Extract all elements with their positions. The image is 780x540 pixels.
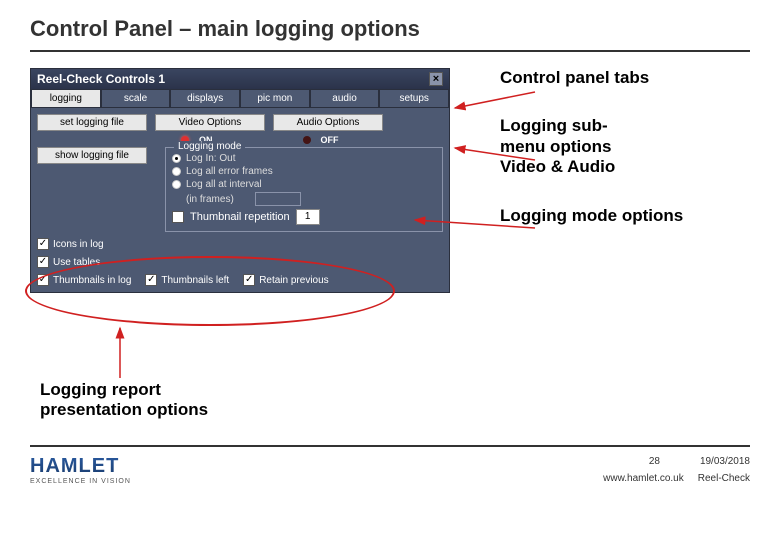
check-use-tables[interactable]: ✓ Use tables: [37, 256, 100, 268]
tab-logging[interactable]: logging: [31, 89, 101, 108]
show-logging-file-button[interactable]: show logging file: [37, 147, 147, 164]
window-title: Reel-Check Controls 1: [37, 72, 165, 86]
radio-label: Log all at interval: [186, 179, 262, 190]
tabs-row: logging scale displays pic mon audio set…: [31, 89, 449, 108]
checkbox-row-3: ✓ Thumbnails in log ✓ Thumbnails left ✓ Ret…: [31, 274, 449, 292]
text: Logging sub-: [500, 116, 608, 135]
tab-picmon[interactable]: pic mon: [240, 89, 310, 108]
thumb-rep-label: Thumbnail repetition: [190, 211, 290, 223]
close-icon[interactable]: ×: [429, 72, 443, 86]
checkbox-row-2: ✓ Use tables: [31, 256, 449, 274]
audio-options-button[interactable]: Audio Options: [273, 114, 383, 131]
check-label: Thumbnails in log: [53, 275, 131, 286]
logo-text: HAMLET: [30, 455, 131, 478]
logging-mode-legend: Logging mode: [174, 141, 245, 152]
check-label: Retain previous: [259, 275, 328, 286]
radio-icon: [172, 154, 181, 163]
check-icons-in-log[interactable]: ✓ Icons in log: [37, 238, 104, 250]
footer-product: Reel-Check: [698, 473, 750, 484]
annotation-logging-mode: Logging mode options: [500, 206, 683, 226]
footer-date: 19/03/2018: [700, 456, 750, 467]
hamlet-logo: HAMLET EXCELLENCE IN VISION: [30, 455, 131, 485]
checkbox-row-1: ✓ Icons in log: [31, 234, 449, 256]
text: Logging report: [40, 380, 161, 399]
check-label: Use tables: [53, 257, 100, 268]
annotations-column: Control panel tabs Logging sub- menu opt…: [500, 68, 683, 293]
thumb-rep-row: Thumbnail repetition 1: [172, 207, 436, 225]
footer: HAMLET EXCELLENCE IN VISION 28 19/03/201…: [30, 455, 750, 485]
text: Video & Audio: [500, 157, 615, 176]
checkbox-icon: ✓: [145, 274, 157, 286]
set-logging-file-button[interactable]: set logging file: [37, 114, 147, 131]
label-in-frames: (in frames): [172, 191, 436, 207]
window-titlebar: Reel-Check Controls 1 ×: [31, 69, 449, 89]
text: menu options: [500, 137, 611, 156]
checkbox-icon: ✓: [37, 256, 49, 268]
annotation-submenu: Logging sub- menu options Video & Audio: [500, 116, 683, 177]
logging-mode-group: Logging mode Log In: Out Log all error f…: [165, 147, 443, 232]
checkbox-icon: ✓: [37, 238, 49, 250]
slide-title: Control Panel – main logging options: [0, 0, 780, 50]
check-retain-previous[interactable]: ✓ Retain previous: [243, 274, 328, 286]
checkbox-icon: ✓: [37, 274, 49, 286]
tab-scale[interactable]: scale: [101, 89, 171, 108]
checkbox-icon: ✓: [243, 274, 255, 286]
page-number: 28: [649, 456, 660, 467]
radio-log-interval[interactable]: Log all at interval: [172, 178, 436, 191]
tab-setups[interactable]: setups: [379, 89, 449, 108]
label-off: OFF: [321, 135, 339, 145]
tab-displays[interactable]: displays: [170, 89, 240, 108]
radio-log-error-frames[interactable]: Log all error frames: [172, 165, 436, 178]
footer-rule: [30, 445, 750, 447]
annotation-tabs: Control panel tabs: [500, 68, 683, 88]
text: (in frames): [186, 194, 234, 205]
check-label: Thumbnails left: [161, 275, 229, 286]
annotation-report-presentation: Logging report presentation options: [40, 380, 208, 421]
content-row: Reel-Check Controls 1 × logging scale di…: [0, 68, 780, 293]
radio-log-inout[interactable]: Log In: Out: [172, 152, 436, 165]
text: presentation options: [40, 400, 208, 419]
in-frames-input[interactable]: [255, 192, 301, 206]
tab-audio[interactable]: audio: [310, 89, 380, 108]
led-off-icon: [303, 136, 311, 144]
radio-icon: [172, 180, 181, 189]
check-thumbs-in-log[interactable]: ✓ Thumbnails in log: [37, 274, 131, 286]
logo-subtext: EXCELLENCE IN VISION: [30, 478, 131, 485]
footer-right: 28 19/03/2018 www.hamlet.co.uk Reel-Chec…: [603, 456, 750, 484]
mid-row: show logging file Logging mode Log In: O…: [31, 145, 449, 234]
submenu-row: set logging file Video Options Audio Opt…: [31, 108, 449, 133]
check-label: Icons in log: [53, 239, 104, 250]
video-options-button[interactable]: Video Options: [155, 114, 265, 131]
control-panel-window: Reel-Check Controls 1 × logging scale di…: [30, 68, 450, 293]
thumb-rep-checkbox[interactable]: [172, 211, 184, 223]
radio-label: Log In: Out: [186, 153, 235, 164]
radio-icon: [172, 167, 181, 176]
thumb-rep-input[interactable]: 1: [296, 209, 320, 225]
check-thumbs-left[interactable]: ✓ Thumbnails left: [145, 274, 229, 286]
radio-label: Log all error frames: [186, 166, 273, 177]
footer-url: www.hamlet.co.uk: [603, 473, 684, 484]
title-rule: [30, 50, 750, 52]
